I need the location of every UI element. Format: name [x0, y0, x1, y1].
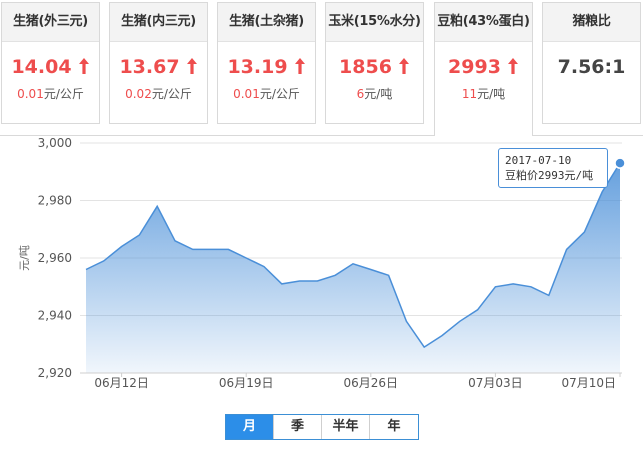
x-tick-label: 06月19日	[219, 376, 274, 390]
y-tick-label: 2,920	[38, 366, 72, 380]
card-price: 2993	[448, 56, 501, 78]
y-axis-label: 元/吨	[18, 245, 31, 271]
tab-year[interactable]: 年	[370, 415, 418, 439]
tooltip-date: 2017-07-10	[505, 154, 572, 167]
x-tick-label: 07月03日	[468, 376, 523, 390]
series-area	[86, 163, 620, 373]
x-tick-label: 06月26日	[344, 376, 399, 390]
price-chart: 3,000 2,980 2,960 2,940 2,920 06月12日 06月19日 06月…	[18, 136, 626, 390]
y-tick-label: 2,940	[38, 309, 72, 323]
tooltip-text: 豆粕价2993元/吨	[505, 169, 594, 182]
y-tick-label: 3,000	[38, 136, 72, 150]
y-tick-label: 2,960	[38, 251, 72, 265]
tab-month[interactable]: 月	[226, 415, 274, 439]
card-unit: 元/吨	[477, 87, 506, 101]
highlight-point	[614, 157, 626, 169]
x-tick-label: 06月12日	[94, 376, 149, 390]
card-soymeal[interactable]: 豆粕(43%蛋白) 2993 11元/吨	[434, 2, 533, 136]
y-tick-label: 2,980	[38, 194, 72, 208]
x-tick-label: 07月10日	[561, 376, 616, 390]
card-change: 11	[461, 87, 478, 101]
arrow-up-icon	[507, 58, 518, 74]
range-tabs: 月 季 半年 年	[225, 414, 419, 440]
chart-tooltip: 2017-07-10 豆粕价2993元/吨	[498, 148, 608, 188]
tab-quarter[interactable]: 季	[274, 415, 322, 439]
tab-half-year[interactable]: 半年	[322, 415, 370, 439]
card-name: 豆粕(43%蛋白)	[435, 3, 532, 42]
